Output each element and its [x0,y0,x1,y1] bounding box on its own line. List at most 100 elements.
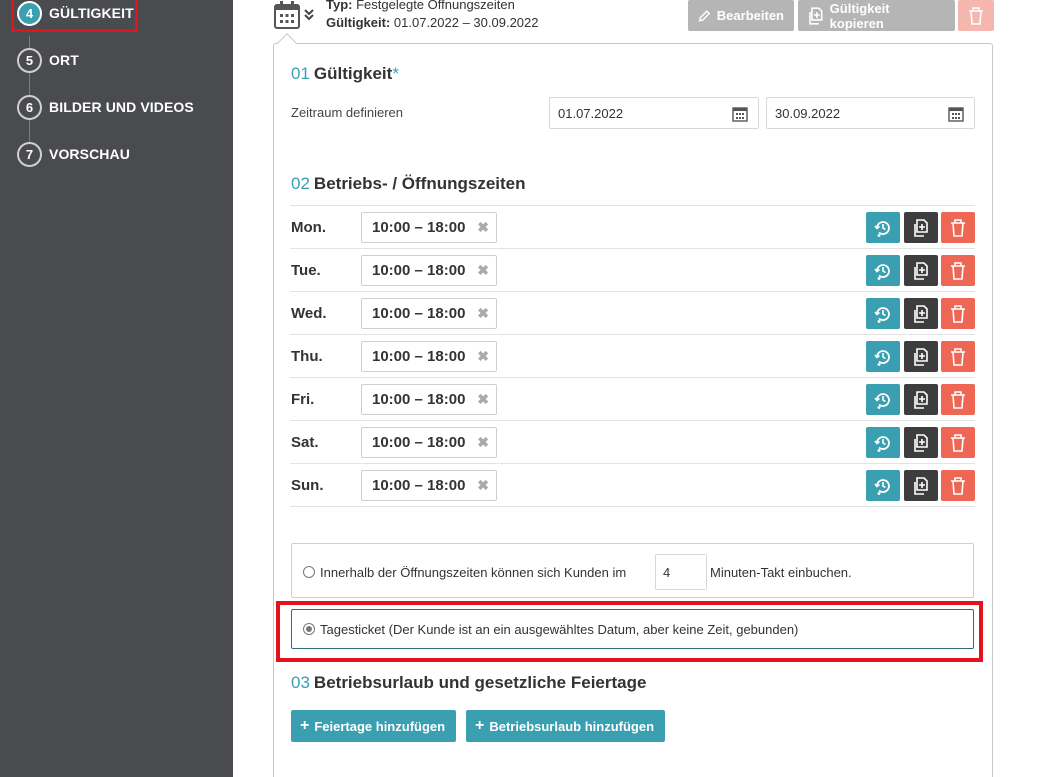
calendar-icon[interactable] [732,106,748,122]
add-holidays-button[interactable]: + Feiertage hinzufügen [291,710,456,742]
copy-plus-icon [914,261,928,280]
remove-time-icon[interactable]: ✖ [477,262,489,279]
date-to-field[interactable]: 30.09.2022 [766,97,975,129]
trash-icon [951,218,965,237]
day-label: Tue. [291,262,321,279]
time-range-chip[interactable]: 10:00 – 18:00 ✖ [361,470,497,501]
slot-booking-radio[interactable] [303,566,315,578]
time-range-value: 10:00 – 18:00 [372,434,466,451]
row-divider [290,334,975,335]
add-vacation-button[interactable]: + Betriebsurlaub hinzufügen [466,710,665,742]
copy-day-button[interactable] [904,255,938,286]
add-time-button[interactable] [866,255,900,286]
time-range-value: 10:00 – 18:00 [372,262,466,279]
row-divider [290,377,975,378]
delete-day-button[interactable] [941,298,975,329]
copy-plus-icon [914,347,928,366]
day-label: Sat. [291,434,319,451]
time-range-chip[interactable]: 10:00 – 18:00 ✖ [361,212,497,243]
plus-icon: + [300,717,310,734]
minutes-interval-value: 4 [663,564,671,580]
copy-day-button[interactable] [904,212,938,243]
trash-icon [951,347,965,366]
add-time-button[interactable] [866,212,900,243]
copy-plus-icon [809,6,823,25]
add-time-button[interactable] [866,384,900,415]
type-label: Typ: [326,0,353,12]
minutes-interval-input[interactable]: 4 [655,554,707,590]
edit-button-label: Bearbeiten [716,8,784,23]
highlight-box-day-ticket [276,601,983,662]
delete-day-button[interactable] [941,341,975,372]
row-divider [290,463,975,464]
step-vorschau[interactable]: 7 VORSCHAU [17,141,130,167]
row-divider [290,291,975,292]
add-time-button[interactable] [866,341,900,372]
add-time-button[interactable] [866,298,900,329]
pencil-icon [698,9,711,22]
slot-booking-option[interactable]: Innerhalb der Öffnungszeiten können sich… [291,543,974,598]
history-add-icon [874,306,890,323]
delete-day-button[interactable] [941,470,975,501]
add-vacation-label: Betriebsurlaub hinzufügen [489,718,655,734]
add-time-button[interactable] [866,427,900,458]
delete-day-button[interactable] [941,427,975,458]
remove-time-icon[interactable]: ✖ [477,391,489,408]
validity-toggle[interactable] [273,0,315,30]
time-range-value: 10:00 – 18:00 [372,477,466,494]
time-range-chip[interactable]: 10:00 – 18:00 ✖ [361,384,497,415]
step-ort[interactable]: 5 ORT [17,47,79,73]
remove-time-icon[interactable]: ✖ [477,348,489,365]
trash-icon [969,6,983,25]
delete-day-button[interactable] [941,212,975,243]
day-label: Mon. [291,219,326,236]
time-range-chip[interactable]: 10:00 – 18:00 ✖ [361,255,497,286]
remove-time-icon[interactable]: ✖ [477,477,489,494]
day-label: Wed. [291,305,327,322]
copy-plus-icon [914,304,928,323]
history-add-icon [874,220,890,237]
calendar-icon [274,1,300,29]
sidebar: 4 GÜLTIGKEIT 5 ORT 6 BILDER UND VIDEOS 7… [0,0,233,777]
calendar-icon[interactable] [948,106,964,122]
step-label: VORSCHAU [49,146,130,162]
section-number: 01 [291,64,310,83]
time-range-chip[interactable]: 10:00 – 18:00 ✖ [361,341,497,372]
date-to-value: 30.09.2022 [775,105,841,121]
delete-day-button[interactable] [941,255,975,286]
history-add-icon [874,435,890,452]
time-range-chip[interactable]: 10:00 – 18:00 ✖ [361,298,497,329]
row-divider [290,248,975,249]
copy-day-button[interactable] [904,341,938,372]
copy-day-button[interactable] [904,427,938,458]
edit-button[interactable]: Bearbeiten [688,0,794,31]
section-validity-title: 01 Gültigkeit* [291,64,399,84]
highlight-box-active-step [11,0,138,32]
validity-info: Gültigkeit: 01.07.2022 – 30.09.2022 [326,15,539,30]
remove-time-icon[interactable]: ✖ [477,219,489,236]
delete-validity-button[interactable] [958,0,994,31]
copy-plus-icon [914,390,928,409]
remove-time-icon[interactable]: ✖ [477,305,489,322]
day-label: Sun. [291,477,324,494]
copy-plus-icon [914,433,928,452]
time-range-chip[interactable]: 10:00 – 18:00 ✖ [361,427,497,458]
row-divider [290,420,975,421]
copy-day-button[interactable] [904,298,938,329]
date-from-field[interactable]: 01.07.2022 [549,97,759,129]
add-time-button[interactable] [866,470,900,501]
trash-icon [951,433,965,452]
trash-icon [951,261,965,280]
copy-day-button[interactable] [904,384,938,415]
copy-day-button[interactable] [904,470,938,501]
copy-plus-icon [914,476,928,495]
remove-time-icon[interactable]: ✖ [477,434,489,451]
type-info: Typ: Festgelegte Öffnungszeiten [326,0,515,12]
trash-icon [951,476,965,495]
row-divider [290,205,975,206]
chevrons-down-icon [304,9,314,21]
step-bilder-und-videos[interactable]: 6 BILDER UND VIDEOS [17,94,194,120]
delete-day-button[interactable] [941,384,975,415]
slot-booking-text-before: Innerhalb der Öffnungszeiten können sich… [320,565,627,580]
copy-validity-button[interactable]: Gültigkeit kopieren [798,0,955,31]
